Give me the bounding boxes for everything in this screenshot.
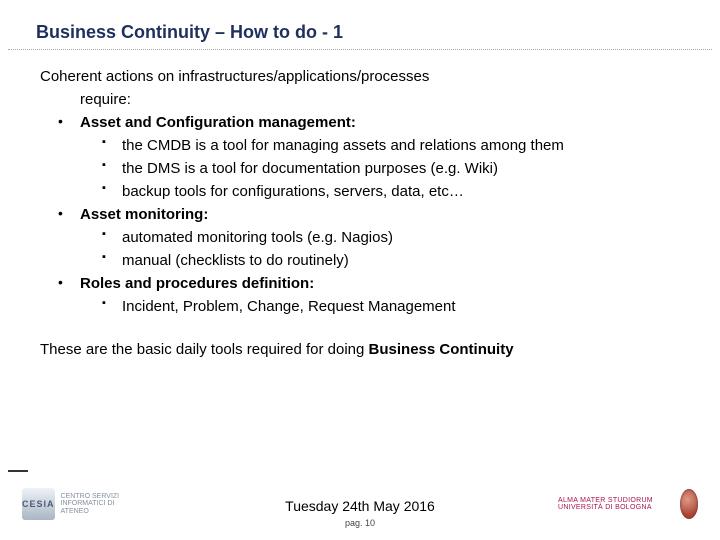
intro-line2: require: <box>40 89 680 110</box>
closing-bold: Business Continuity <box>369 341 514 358</box>
item-label: Roles and procedures definition: <box>80 275 314 292</box>
list-item: Roles and procedures definition: Inciden… <box>58 273 680 317</box>
sub-list: automated monitoring tools (e.g. Nagios)… <box>80 227 680 271</box>
bullet-list: Asset and Configuration management: the … <box>40 112 680 317</box>
sub-item: the CMDB is a tool for managing assets a… <box>102 135 680 156</box>
item-label: Asset monitoring: <box>80 206 208 223</box>
seal-icon <box>680 489 698 519</box>
list-item: Asset and Configuration management: the … <box>58 112 680 202</box>
sub-item: Incident, Problem, Change, Request Manag… <box>102 296 680 317</box>
dash-mark <box>8 470 28 472</box>
slide-body: Coherent actions on infrastructures/appl… <box>0 50 720 360</box>
slide-title: Business Continuity – How to do - 1 <box>8 0 712 50</box>
closing-pre: These are the basic daily tools required… <box>40 341 369 358</box>
logo-right-text: ALMA MATER STUDIORUM UNIVERSITÀ DI BOLOG… <box>558 497 674 512</box>
item-label: Asset and Configuration management: <box>80 114 356 131</box>
sub-item: manual (checklists to do routinely) <box>102 250 680 271</box>
sub-item: automated monitoring tools (e.g. Nagios) <box>102 227 680 248</box>
sub-item: the DMS is a tool for documentation purp… <box>102 158 680 179</box>
sub-list: the CMDB is a tool for managing assets a… <box>80 135 680 202</box>
logo-right: ALMA MATER STUDIORUM UNIVERSITÀ DI BOLOG… <box>558 486 698 522</box>
list-item: Asset monitoring: automated monitoring t… <box>58 204 680 271</box>
closing-text: These are the basic daily tools required… <box>40 339 680 360</box>
intro-line1: Coherent actions on infrastructures/appl… <box>40 66 680 87</box>
sub-list: Incident, Problem, Change, Request Manag… <box>80 296 680 317</box>
sub-item: backup tools for configurations, servers… <box>102 181 680 202</box>
